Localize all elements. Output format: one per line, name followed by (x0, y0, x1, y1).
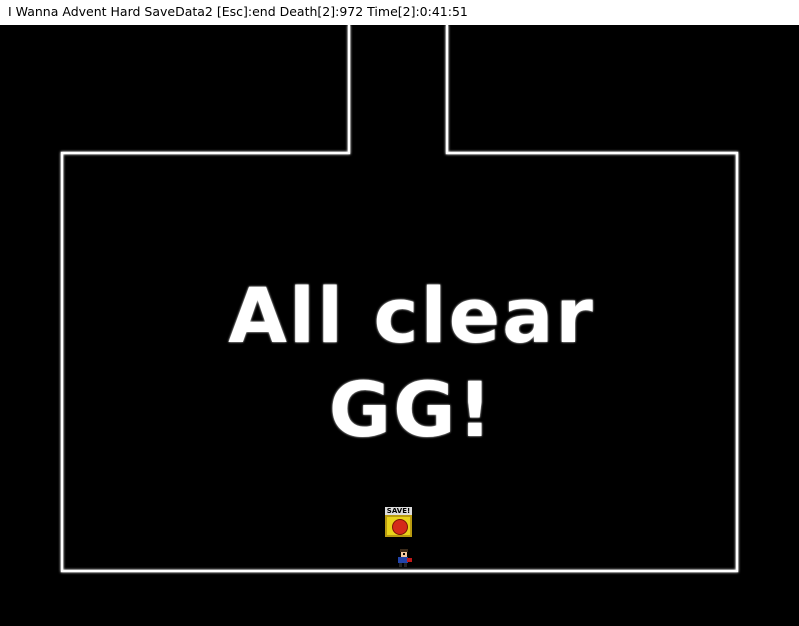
all-clear-text: All clear (228, 271, 595, 360)
window-title: I Wanna Advent Hard SaveData2 [Esc]:end … (8, 4, 468, 19)
game-canvas[interactable]: All clear GG! SAVE! (0, 25, 799, 626)
save-label: SAVE! (385, 507, 412, 515)
save-orb-icon (392, 519, 408, 535)
window-titlebar[interactable]: I Wanna Advent Hard SaveData2 [Esc]:end … (0, 0, 799, 25)
save-box (385, 515, 412, 537)
save-point[interactable]: SAVE! (385, 507, 412, 537)
gg-text: GG! (328, 365, 495, 454)
player-kid-sprite (398, 549, 412, 567)
game-window: I Wanna Advent Hard SaveData2 [Esc]:end … (0, 0, 799, 626)
